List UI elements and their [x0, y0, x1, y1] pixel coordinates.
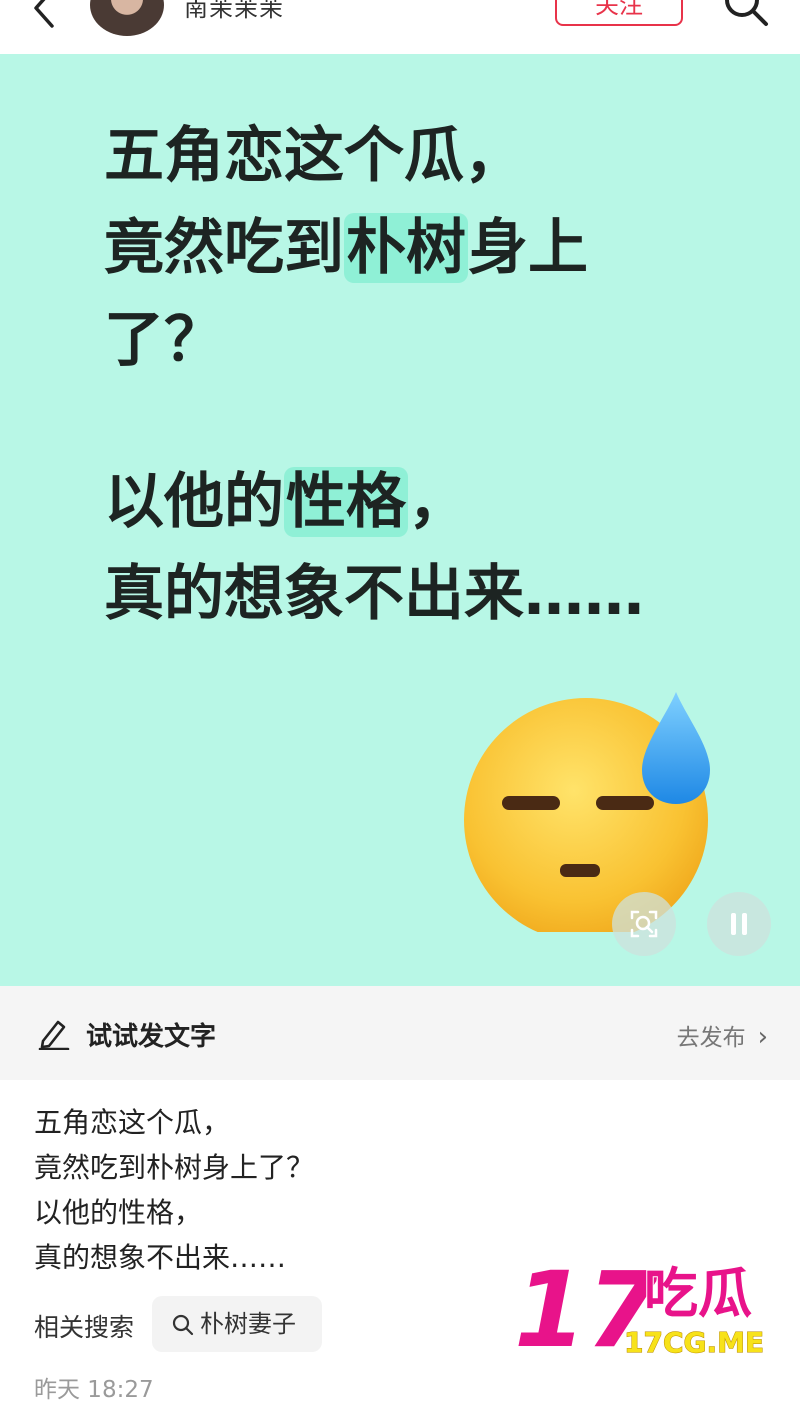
headline-text: 了？	[104, 305, 224, 375]
headline-line: 真的想象不出来……	[104, 548, 764, 640]
headline-highlight: 朴树	[344, 213, 468, 283]
follow-button[interactable]: 关注	[555, 0, 683, 26]
try-text-label: 试试发文字	[86, 1022, 217, 1052]
headline-highlight: 性格	[284, 467, 408, 537]
related-search-chip-label: 朴树妻子	[200, 1310, 296, 1338]
post-caption: 五角恋这个瓜， 竟然吃到朴树身上了？ 以他的性格， 真的想象不出来……	[34, 1100, 314, 1280]
username[interactable]: 南茉茉茉	[184, 0, 284, 23]
search-icon	[172, 1314, 194, 1336]
headline-line: 竟然吃到朴树身上	[104, 202, 764, 294]
headline-line: 以他的性格，	[104, 456, 764, 548]
avatar[interactable]	[90, 0, 164, 36]
headline-text: 以他的	[104, 467, 284, 537]
post-timestamp: 昨天 18:27	[34, 1377, 154, 1403]
pause-button[interactable]	[707, 892, 771, 956]
pause-icon	[731, 913, 747, 935]
headline-text: 五角恋这个瓜，	[104, 121, 524, 191]
headline-text: ，	[408, 467, 468, 537]
try-text-post-bar[interactable]: 试试发文字 去发布 ›	[0, 986, 800, 1080]
caption-line: 竟然吃到朴树身上了？	[34, 1151, 315, 1184]
watermark-logo: 17 吃瓜 17CG.ME	[513, 1254, 765, 1364]
headline-gap	[104, 386, 764, 456]
go-publish-link[interactable]: 去发布 ›	[677, 1018, 768, 1052]
caption-line: 五角恋这个瓜，	[34, 1106, 231, 1139]
back-arrow-icon[interactable]	[22, 0, 66, 30]
chevron-right-icon: ›	[757, 1022, 768, 1052]
go-publish-label: 去发布	[676, 1025, 746, 1051]
sweat-face-emoji	[464, 692, 710, 932]
scan-icon	[630, 910, 658, 938]
search-icon[interactable]	[722, 0, 770, 28]
top-bar: 南茉茉茉 关注	[0, 0, 800, 54]
caption-line: 以他的性格，	[34, 1196, 203, 1229]
pen-icon	[38, 1020, 70, 1050]
image-text-scan-button[interactable]	[612, 892, 676, 956]
caption-line: 真的想象不出来……	[34, 1241, 287, 1274]
watermark-domain: 17CG.ME	[624, 1326, 764, 1359]
related-search-chip[interactable]: 朴树妻子	[152, 1296, 322, 1352]
headline-text: 真的想象不出来……	[104, 559, 644, 629]
watermark-text: 吃瓜	[644, 1262, 752, 1325]
related-search-label: 相关搜索	[34, 1313, 135, 1342]
image-headline: 五角恋这个瓜， 竟然吃到朴树身上了？ 以他的性格， 真的想象不出来……	[104, 110, 764, 640]
headline-text: 竟然吃到	[104, 213, 344, 283]
headline-line: 五角恋这个瓜，	[104, 110, 764, 202]
headline-line: 了？	[104, 294, 764, 386]
post-image[interactable]: 五角恋这个瓜， 竟然吃到朴树身上了？ 以他的性格， 真的想象不出来……	[0, 54, 800, 986]
headline-text: 身上	[468, 213, 588, 283]
